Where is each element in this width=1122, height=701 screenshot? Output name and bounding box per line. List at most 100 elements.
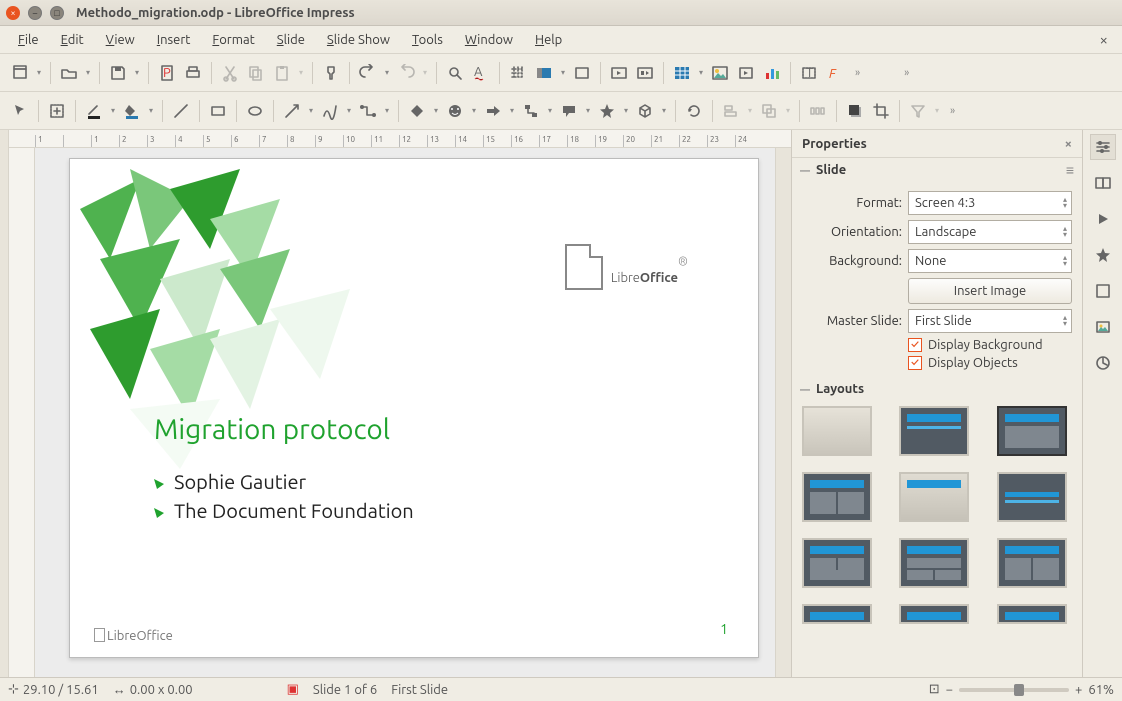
undo-button[interactable] [356,61,380,85]
rotate-tool[interactable] [682,99,706,123]
layout-extra-3[interactable] [997,604,1067,624]
zoom-in-button[interactable]: + [1075,683,1082,697]
save-button[interactable] [106,61,130,85]
menu-view[interactable]: View [96,29,145,51]
distribute-tool[interactable] [806,99,830,123]
section-more-icon[interactable]: ≡ [1066,162,1074,178]
window-minimize-button[interactable]: – [28,6,42,20]
horizontal-ruler[interactable]: 1123456789101112131415161718192021222324 [9,130,791,148]
collapse-icon[interactable]: — [800,384,810,395]
block-arrows-tool[interactable] [481,99,505,123]
line-color-button[interactable] [82,99,106,123]
menu-tools[interactable]: Tools [402,29,453,51]
properties-close-icon[interactable]: × [1065,137,1072,151]
layout-two-content[interactable] [802,472,872,522]
vertical-scrollbar[interactable] [775,148,791,677]
display-views-button[interactable] [532,61,556,85]
layout-extra-1[interactable] [802,604,872,624]
master-select[interactable]: First Slide▴▾ [908,309,1072,333]
curve-tool[interactable] [318,99,342,123]
display-objects-checkbox[interactable]: ✓Display Objects [908,356,1072,370]
zoom-slider[interactable] [959,688,1069,692]
insert-image-button[interactable]: Insert Image [908,278,1072,304]
sidebar-tab-styles[interactable] [1090,350,1116,376]
document-close-button[interactable]: × [1094,31,1114,48]
open-dropdown[interactable]: ▾ [83,68,93,77]
arrange-tool[interactable] [757,99,781,123]
print-button[interactable] [181,61,205,85]
stars-tool[interactable] [595,99,619,123]
flowchart-tool[interactable] [519,99,543,123]
zoom-pan-tool[interactable] [45,99,69,123]
rectangle-tool[interactable] [206,99,230,123]
format-select[interactable]: Screen 4:3▴▾ [908,191,1072,215]
export-pdf-button[interactable]: P [155,61,179,85]
flowchart-dropdown[interactable]: ▾ [545,106,555,115]
zoom-out-button[interactable]: − [946,683,953,697]
layout-title[interactable] [899,406,969,456]
insert-chart-button[interactable] [760,61,784,85]
basic-shapes-dropdown[interactable]: ▾ [431,106,441,115]
paste-dropdown[interactable]: ▾ [296,68,306,77]
layout-title-content[interactable] [997,406,1067,456]
menu-slideshow[interactable]: Slide Show [317,29,400,51]
vertical-ruler[interactable] [9,148,35,677]
layout-one-over-two[interactable] [899,538,969,588]
zoom-percent[interactable]: 61% [1088,683,1114,697]
find-button[interactable] [443,61,467,85]
save-dropdown[interactable]: ▾ [132,68,142,77]
3d-tool[interactable] [633,99,657,123]
sidebar-tab-gallery[interactable] [1090,278,1116,304]
layout-two-over-one[interactable] [802,538,872,588]
callout-dropdown[interactable]: ▾ [583,106,593,115]
connector-dropdown[interactable]: ▾ [382,106,392,115]
line-arrow-tool[interactable] [280,99,304,123]
shadow-tool[interactable] [843,99,867,123]
master-slide-button[interactable] [570,61,594,85]
menu-insert[interactable]: Insert [147,29,201,51]
line-tool[interactable] [169,99,193,123]
views-dropdown[interactable]: ▾ [558,68,568,77]
basic-shapes-tool[interactable] [405,99,429,123]
connector-tool[interactable] [356,99,380,123]
fill-color-button[interactable] [120,99,144,123]
toolbar-overflow-2[interactable]: » [898,67,915,79]
slide-content[interactable]: Sophie Gautier The Document Foundation [154,464,414,528]
ellipse-tool[interactable] [243,99,267,123]
select-tool[interactable] [8,99,32,123]
layout-four-content[interactable] [997,538,1067,588]
start-current-button[interactable] [633,61,657,85]
spellcheck-button[interactable]: A [469,61,493,85]
crop-tool[interactable] [869,99,893,123]
start-slideshow-button[interactable] [607,61,631,85]
cut-button[interactable] [218,61,242,85]
menu-slide[interactable]: Slide [267,29,315,51]
redo-button[interactable] [394,61,418,85]
slide-1[interactable]: LibreOffice® Migration protocol Sophie G… [69,158,759,658]
menu-format[interactable]: Format [202,29,264,51]
arrange-dropdown[interactable]: ▾ [783,106,793,115]
menu-file[interactable]: File [8,29,49,51]
status-master-name[interactable]: First Slide [391,683,448,697]
align-tool[interactable] [719,99,743,123]
status-size[interactable]: ↔ 0.00 x 0.00 [113,682,193,697]
insert-media-button[interactable] [734,61,758,85]
menu-window[interactable]: Window [455,29,523,51]
stars-dropdown[interactable]: ▾ [621,106,631,115]
layout-title-only[interactable] [899,472,969,522]
sidebar-tab-navigator[interactable] [1090,314,1116,340]
table-dropdown[interactable]: ▾ [696,68,706,77]
copy-button[interactable] [244,61,268,85]
symbol-dropdown[interactable]: ▾ [469,106,479,115]
toolbar-overflow[interactable]: » [849,67,866,79]
layout-blank[interactable] [802,406,872,456]
arrows-dropdown[interactable]: ▾ [507,106,517,115]
insert-table-button[interactable] [670,61,694,85]
fit-page-icon[interactable]: ⊡ [929,682,940,697]
paste-button[interactable] [270,61,294,85]
grid-button[interactable] [506,61,530,85]
insert-image-button[interactable] [708,61,732,85]
slide-title[interactable]: Migration protocol [154,414,390,445]
symbol-shapes-tool[interactable] [443,99,467,123]
collapse-icon[interactable]: — [800,165,810,176]
